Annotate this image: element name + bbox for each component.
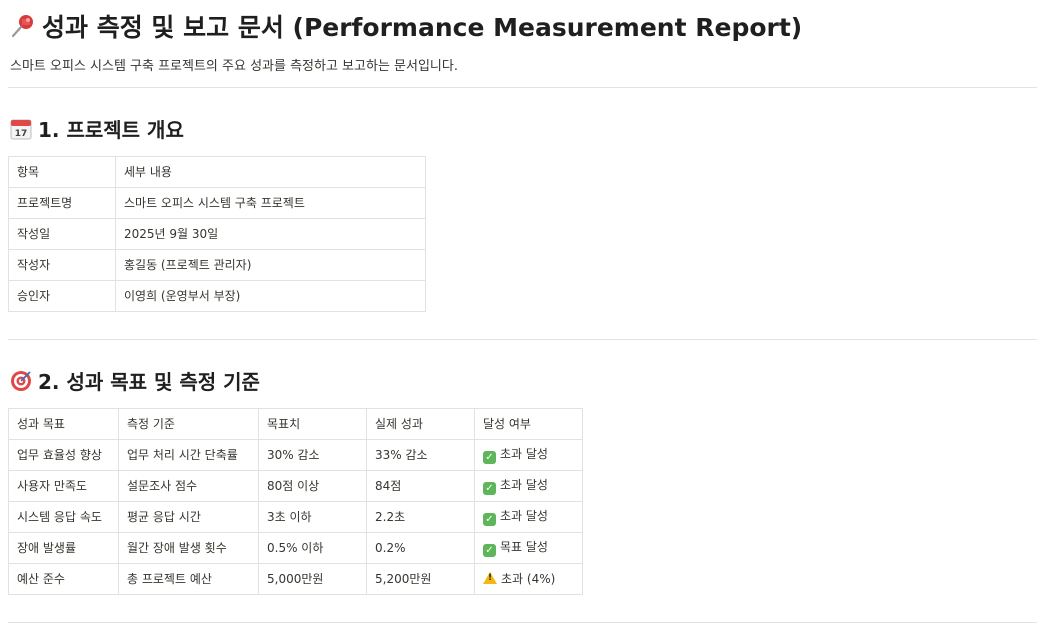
table-cell: 업무 효율성 향상 bbox=[8, 439, 119, 471]
table-cell: 홍길동 (프로젝트 관리자) bbox=[115, 249, 426, 281]
table-cell: 예산 준수 bbox=[8, 563, 119, 595]
table-cell: 2.2초 bbox=[366, 501, 475, 533]
section-1-heading: 17 1. 프로젝트 개요 bbox=[10, 116, 184, 147]
table-row: 작성자 홍길동 (프로젝트 관리자) bbox=[8, 249, 426, 281]
table-cell: 월간 장애 발생 횟수 bbox=[118, 532, 259, 564]
table-cell: 업무 처리 시간 단축률 bbox=[118, 439, 259, 471]
header-cell: 실제 성과 bbox=[366, 408, 475, 440]
page-description: 스마트 오피스 시스템 구축 프로젝트의 주요 성과를 측정하고 보고하는 문서… bbox=[10, 59, 458, 74]
status-cell: ✓ 초과 달성 bbox=[474, 439, 583, 471]
table-cell: 0.5% 이하 bbox=[258, 532, 367, 564]
table-cell: 3초 이하 bbox=[258, 501, 367, 533]
section-2-title: 2. 성과 목표 및 측정 기준 bbox=[38, 370, 260, 394]
table-cell: 5,000만원 bbox=[258, 563, 367, 595]
divider bbox=[8, 87, 1037, 88]
page-title: 성과 측정 및 보고 문서 (Performance Measurement R… bbox=[10, 12, 802, 47]
status-cell: ✓ 초과 달성 bbox=[474, 470, 583, 502]
performance-table: 성과 목표 측정 기준 목표치 실제 성과 달성 여부 업무 효율성 향상 업무… bbox=[8, 408, 583, 595]
svg-text:17: 17 bbox=[15, 129, 28, 139]
status-cell: 초과 (4%) bbox=[474, 563, 583, 595]
divider bbox=[8, 339, 1037, 340]
table-header-row: 성과 목표 측정 기준 목표치 실제 성과 달성 여부 bbox=[8, 408, 583, 440]
divider bbox=[8, 622, 1037, 623]
table-cell: 33% 감소 bbox=[366, 439, 475, 471]
section-1-title: 1. 프로젝트 개요 bbox=[38, 118, 184, 142]
calendar-icon: 17 bbox=[10, 118, 32, 147]
status-text: 초과 (4%) bbox=[501, 572, 556, 586]
table-cell: 84점 bbox=[366, 470, 475, 502]
table-cell: 2025년 9월 30일 bbox=[115, 218, 426, 250]
header-cell: 달성 여부 bbox=[474, 408, 583, 440]
table-cell: 총 프로젝트 예산 bbox=[118, 563, 259, 595]
header-cell: 측정 기준 bbox=[118, 408, 259, 440]
header-cell: 성과 목표 bbox=[8, 408, 119, 440]
table-cell: 0.2% bbox=[366, 532, 475, 564]
status-text: 목표 달성 bbox=[500, 539, 548, 554]
table-row: 사용자 만족도 설문조사 점수 80점 이상 84점 ✓ 초과 달성 bbox=[8, 470, 583, 502]
status-cell: ✓ 초과 달성 bbox=[474, 501, 583, 533]
status-text: 초과 달성 bbox=[500, 508, 548, 523]
table-cell: 작성일 bbox=[8, 218, 116, 250]
check-icon: ✓ bbox=[483, 481, 496, 495]
section-2-heading: 2. 성과 목표 및 측정 기준 bbox=[10, 368, 260, 399]
header-cell: 항목 bbox=[8, 156, 116, 188]
status-text: 초과 달성 bbox=[500, 477, 548, 492]
status-cell: ✓ 목표 달성 bbox=[474, 532, 583, 564]
table-cell: 30% 감소 bbox=[258, 439, 367, 471]
check-icon: ✓ bbox=[483, 543, 496, 557]
page-title-text: 성과 측정 및 보고 문서 (Performance Measurement R… bbox=[42, 13, 803, 42]
table-cell: 평균 응답 시간 bbox=[118, 501, 259, 533]
table-cell: 설문조사 점수 bbox=[118, 470, 259, 502]
table-cell: 작성자 bbox=[8, 249, 116, 281]
table-cell: 사용자 만족도 bbox=[8, 470, 119, 502]
table-row: 예산 준수 총 프로젝트 예산 5,000만원 5,200만원 초과 (4%) bbox=[8, 563, 583, 595]
table-header-row: 항목 세부 내용 bbox=[8, 156, 426, 188]
table-cell: 스마트 오피스 시스템 구축 프로젝트 bbox=[115, 187, 426, 219]
table-row: 승인자 이영희 (운영부서 부장) bbox=[8, 280, 426, 312]
table-cell: 프로젝트명 bbox=[8, 187, 116, 219]
status-text: 초과 달성 bbox=[500, 446, 548, 461]
header-cell: 세부 내용 bbox=[115, 156, 426, 188]
table-cell: 시스템 응답 속도 bbox=[8, 501, 119, 533]
table-row: 장애 발생률 월간 장애 발생 횟수 0.5% 이하 0.2% ✓ 목표 달성 bbox=[8, 532, 583, 564]
table-row: 업무 효율성 향상 업무 처리 시간 단축률 30% 감소 33% 감소 ✓ 초과… bbox=[8, 439, 583, 471]
table-cell: 장애 발생률 bbox=[8, 532, 119, 564]
pushpin-icon bbox=[10, 13, 36, 47]
overview-table: 항목 세부 내용 프로젝트명 스마트 오피스 시스템 구축 프로젝트 작성일 2… bbox=[8, 156, 426, 312]
check-icon: ✓ bbox=[483, 512, 496, 526]
header-cell: 목표치 bbox=[258, 408, 367, 440]
table-cell: 승인자 bbox=[8, 280, 116, 312]
table-row: 작성일 2025년 9월 30일 bbox=[8, 218, 426, 250]
table-cell: 5,200만원 bbox=[366, 563, 475, 595]
target-icon bbox=[10, 370, 32, 399]
warning-icon bbox=[483, 572, 497, 584]
check-icon: ✓ bbox=[483, 450, 496, 464]
table-cell: 이영희 (운영부서 부장) bbox=[115, 280, 426, 312]
table-row: 시스템 응답 속도 평균 응답 시간 3초 이하 2.2초 ✓ 초과 달성 bbox=[8, 501, 583, 533]
table-cell: 80점 이상 bbox=[258, 470, 367, 502]
table-row: 프로젝트명 스마트 오피스 시스템 구축 프로젝트 bbox=[8, 187, 426, 219]
